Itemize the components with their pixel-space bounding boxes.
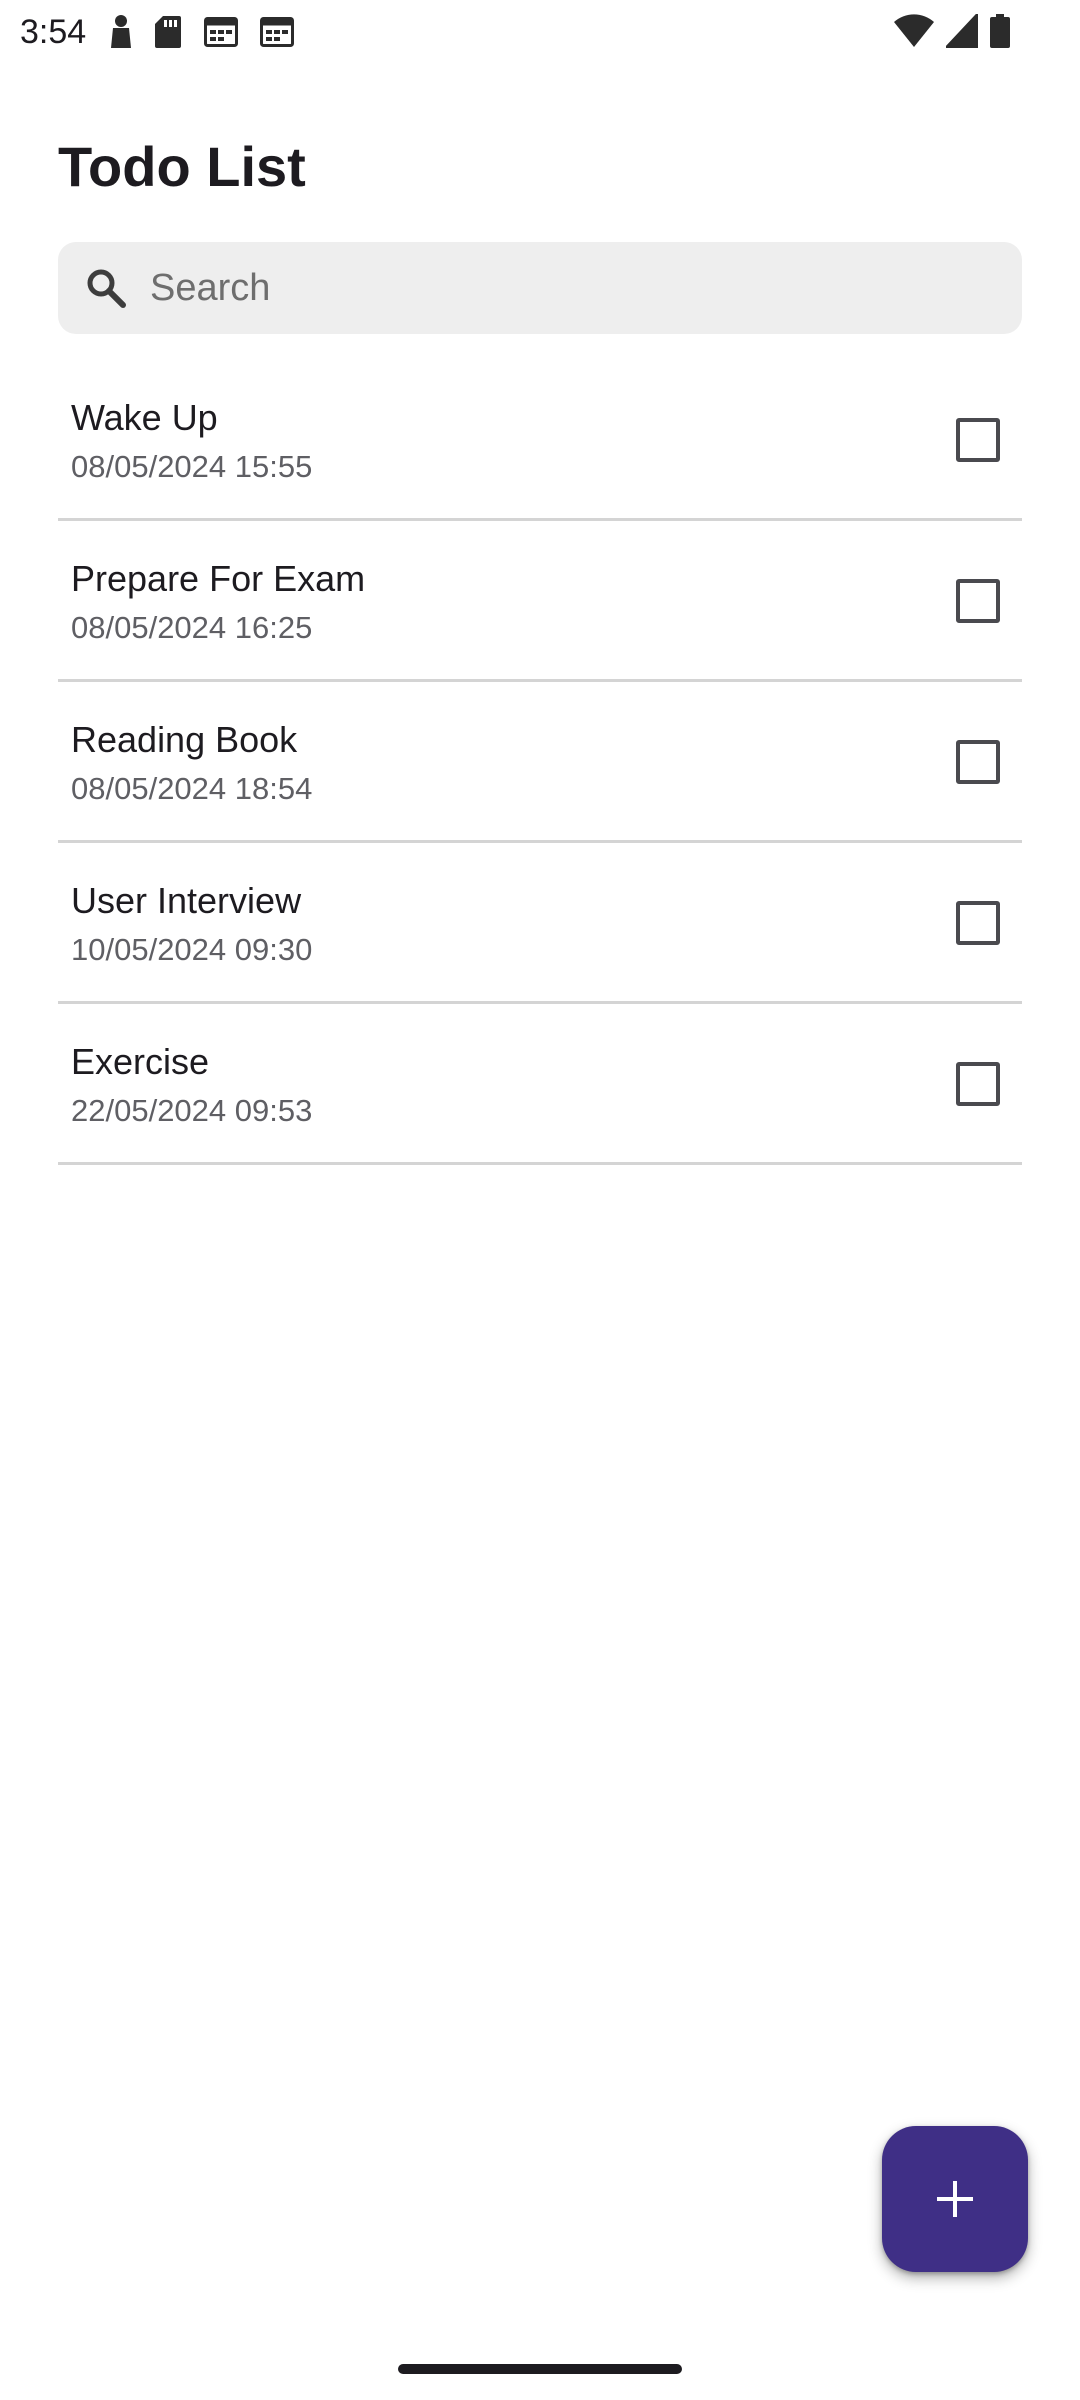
cell-signal-icon xyxy=(946,14,978,48)
todo-title: Wake Up xyxy=(71,397,218,438)
todo-checkbox[interactable] xyxy=(956,740,1000,784)
todo-title: Exercise xyxy=(71,1041,210,1082)
todo-date: 08/05/2024 16:25 xyxy=(71,610,313,645)
todo-item[interactable]: Wake Up 08/05/2024 15:55 xyxy=(58,360,1022,521)
todo-checkbox[interactable] xyxy=(956,901,1000,945)
todo-checkbox[interactable] xyxy=(956,1062,1000,1106)
person-icon xyxy=(110,14,132,50)
search-icon xyxy=(86,268,126,308)
todo-date: 10/05/2024 09:30 xyxy=(71,932,313,967)
status-time: 3:54 xyxy=(20,13,87,51)
todo-item[interactable]: User Interview 10/05/2024 09:30 xyxy=(58,843,1022,1004)
gesture-nav-handle[interactable] xyxy=(398,2364,682,2374)
page-title: Todo List xyxy=(58,135,306,198)
todo-item[interactable]: Prepare For Exam 08/05/2024 16:25 xyxy=(58,521,1022,682)
todo-checkbox[interactable] xyxy=(956,418,1000,462)
status-notification-icons xyxy=(110,14,294,50)
todo-checkbox[interactable] xyxy=(956,579,1000,623)
todo-list: Wake Up 08/05/2024 15:55 Prepare For Exa… xyxy=(58,360,1022,1165)
todo-title: User Interview xyxy=(71,880,302,921)
todo-title: Reading Book xyxy=(71,719,298,760)
calendar-icon xyxy=(260,17,294,47)
todo-title: Prepare For Exam xyxy=(71,558,366,599)
add-todo-button[interactable] xyxy=(882,2126,1028,2272)
battery-icon xyxy=(990,14,1010,48)
todo-date: 08/05/2024 18:54 xyxy=(71,771,313,806)
todo-date: 08/05/2024 15:55 xyxy=(71,449,313,484)
search-bar[interactable] xyxy=(58,242,1022,334)
todo-item[interactable]: Exercise 22/05/2024 09:53 xyxy=(58,1004,1022,1165)
wifi-icon xyxy=(894,14,934,48)
calendar-icon xyxy=(204,17,238,47)
plus-icon xyxy=(935,2179,975,2219)
sd-card-icon xyxy=(154,15,182,49)
todo-date: 22/05/2024 09:53 xyxy=(71,1093,313,1128)
todo-item[interactable]: Reading Book 08/05/2024 18:54 xyxy=(58,682,1022,843)
status-system-icons xyxy=(894,14,1010,48)
search-input[interactable] xyxy=(150,242,1000,334)
status-bar: 3:54 xyxy=(0,0,1080,64)
